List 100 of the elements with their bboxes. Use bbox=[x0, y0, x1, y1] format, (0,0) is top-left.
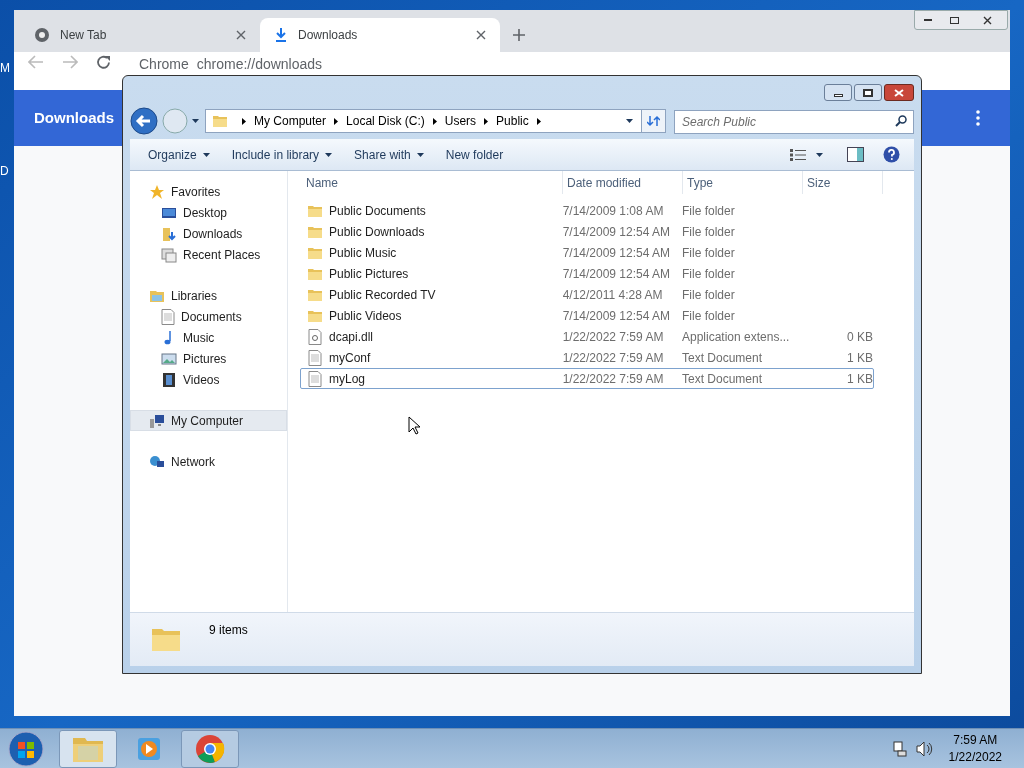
folder-arrow-icon bbox=[161, 225, 177, 242]
column-header[interactable]: Name bbox=[302, 171, 563, 194]
nav-item[interactable]: Recent Places bbox=[130, 244, 287, 265]
speaker-icon[interactable] bbox=[915, 740, 933, 757]
nav-item[interactable]: Videos bbox=[130, 369, 287, 390]
caret-icon bbox=[192, 119, 199, 123]
file-name: myLog bbox=[329, 370, 366, 388]
search-icon[interactable] bbox=[895, 115, 907, 127]
nav-item[interactable]: Libraries bbox=[130, 285, 287, 306]
caret-icon bbox=[202, 152, 210, 157]
date-cell-text: 4/12/2011 4:28 AM bbox=[562, 286, 664, 304]
view-list-icon[interactable] bbox=[790, 148, 806, 161]
breadcrumb[interactable]: Public bbox=[496, 112, 529, 130]
file-row[interactable]: Public Music 7/14/2009 12:54 AM File folder bbox=[300, 242, 874, 263]
nav-item[interactable]: Downloads bbox=[130, 223, 287, 244]
type-cell-text: Text Document bbox=[682, 349, 764, 367]
mouse-pointer-icon bbox=[408, 416, 421, 435]
file-name: Public Pictures bbox=[329, 265, 409, 283]
network-icon bbox=[149, 453, 165, 470]
date-cell-text: 7/14/2009 12:54 AM bbox=[562, 223, 672, 241]
text-file-icon bbox=[308, 349, 322, 366]
file-row[interactable]: Public Downloads 7/14/2009 12:54 AM File folder bbox=[300, 221, 874, 242]
file-name: Public Downloads bbox=[329, 223, 425, 241]
help-icon[interactable] bbox=[883, 146, 900, 163]
file-row[interactable]: Public Recorded TV 4/12/2011 4:28 AM File folder bbox=[300, 284, 874, 305]
file-row[interactable]: myConf 1/22/2022 7:59 AM Text Document 1 KB bbox=[300, 347, 874, 368]
file-row[interactable]: Public Documents 7/14/2009 1:08 AM File folder bbox=[300, 200, 874, 221]
browser-tab[interactable]: Downloads bbox=[260, 18, 500, 52]
date-cell-text: 1/22/2022 7:59 AM bbox=[562, 328, 665, 346]
gear-file-icon bbox=[308, 328, 322, 345]
more-menu-icon[interactable] bbox=[976, 110, 980, 126]
file-row[interactable]: Public Pictures 7/14/2009 12:54 AM File folder bbox=[300, 263, 874, 284]
caret-icon bbox=[626, 119, 633, 123]
date-cell-text: 1/22/2022 7:59 AM bbox=[562, 370, 665, 388]
plus-icon[interactable] bbox=[512, 28, 526, 42]
clock-date[interactable]: 1/22/2022 bbox=[948, 748, 1002, 766]
nav-item[interactable]: Music bbox=[130, 327, 287, 348]
star-icon bbox=[149, 183, 165, 200]
breadcrumb[interactable]: Users bbox=[444, 112, 477, 130]
close-icon bbox=[982, 15, 992, 25]
size-cell-text: 1 KB bbox=[847, 370, 873, 388]
close-icon[interactable] bbox=[236, 30, 246, 40]
folder-icon bbox=[307, 287, 323, 302]
folder-icon bbox=[307, 245, 323, 260]
type-cell-text: File folder bbox=[682, 286, 736, 304]
size-cell-text: 1 KB bbox=[847, 349, 873, 367]
nav-item[interactable]: Pictures bbox=[130, 348, 287, 369]
nav-item[interactable]: Desktop bbox=[130, 202, 287, 223]
type-cell-text: File folder bbox=[682, 244, 736, 262]
date-cell-text: 7/14/2009 12:54 AM bbox=[562, 307, 672, 325]
search-field[interactable]: Search Public bbox=[674, 110, 914, 134]
reload-icon[interactable] bbox=[96, 55, 111, 70]
nav-item[interactable]: My Computer bbox=[130, 410, 287, 431]
caret-icon bbox=[325, 152, 333, 157]
caret-icon bbox=[816, 152, 823, 157]
preview-pane-icon[interactable] bbox=[847, 147, 864, 162]
taskbar-button[interactable] bbox=[181, 729, 239, 768]
maximize-button[interactable] bbox=[854, 84, 882, 101]
breadcrumb[interactable]: Local Disk (C:) bbox=[346, 112, 425, 130]
folder-icon bbox=[307, 266, 323, 281]
minimize-button[interactable] bbox=[824, 84, 852, 101]
close-button[interactable] bbox=[884, 84, 914, 101]
column-header[interactable]: Date modified bbox=[563, 171, 683, 194]
refresh-button[interactable] bbox=[641, 110, 665, 132]
file-row[interactable]: dcapi.dll 1/22/2022 7:59 AM Application extens... 0 KB bbox=[300, 326, 874, 347]
close-icon bbox=[894, 88, 904, 97]
refresh-arrows-icon bbox=[647, 115, 660, 127]
recent-places-icon bbox=[161, 246, 177, 263]
file-name: Public Music bbox=[329, 244, 397, 262]
date-cell-text: 7/14/2009 1:08 AM bbox=[562, 202, 665, 220]
type-cell-text: File folder bbox=[682, 307, 736, 325]
chevron-right-icon bbox=[242, 117, 246, 125]
clock-time[interactable]: 7:59 AM bbox=[953, 731, 998, 749]
back-button-icon[interactable] bbox=[130, 107, 158, 135]
address-field[interactable]: My Computer Local Disk (C:) Users Public bbox=[205, 109, 666, 133]
file-row[interactable]: Public Videos 7/14/2009 12:54 AM File folder bbox=[300, 305, 874, 326]
nav-item[interactable]: Documents bbox=[130, 306, 287, 327]
nav-item[interactable]: Favorites bbox=[130, 181, 287, 202]
breadcrumb[interactable]: My Computer bbox=[254, 112, 327, 130]
file-row[interactable]: myLog 1/22/2022 7:59 AM Text Document 1 KB bbox=[300, 368, 874, 389]
column-header[interactable]: Size bbox=[803, 171, 883, 194]
desktop-icon-label[interactable]: M bbox=[0, 59, 10, 77]
folder-icon bbox=[212, 113, 228, 129]
column-header[interactable]: Type bbox=[683, 171, 803, 194]
folder-icon bbox=[307, 203, 323, 218]
chevron-right-icon bbox=[334, 117, 339, 125]
nav-item[interactable]: Network bbox=[130, 451, 287, 472]
network-icon[interactable] bbox=[891, 740, 908, 757]
start-button[interactable] bbox=[6, 728, 46, 768]
address-bar[interactable]: Chrome chrome://downloads bbox=[129, 55, 349, 74]
desktop-icon-label[interactable]: D bbox=[0, 162, 9, 180]
download-icon bbox=[274, 27, 288, 43]
chrome-logo-icon bbox=[195, 733, 225, 764]
type-cell-text: File folder bbox=[682, 223, 736, 241]
date-cell-text: 1/22/2022 7:59 AM bbox=[562, 349, 665, 367]
file-name: Public Recorded TV bbox=[329, 286, 436, 304]
close-icon[interactable] bbox=[476, 30, 486, 40]
browser-tab[interactable]: New Tab bbox=[20, 18, 260, 52]
chevron-right-icon bbox=[536, 117, 541, 125]
date-cell-text: 7/14/2009 12:54 AM bbox=[562, 265, 672, 283]
